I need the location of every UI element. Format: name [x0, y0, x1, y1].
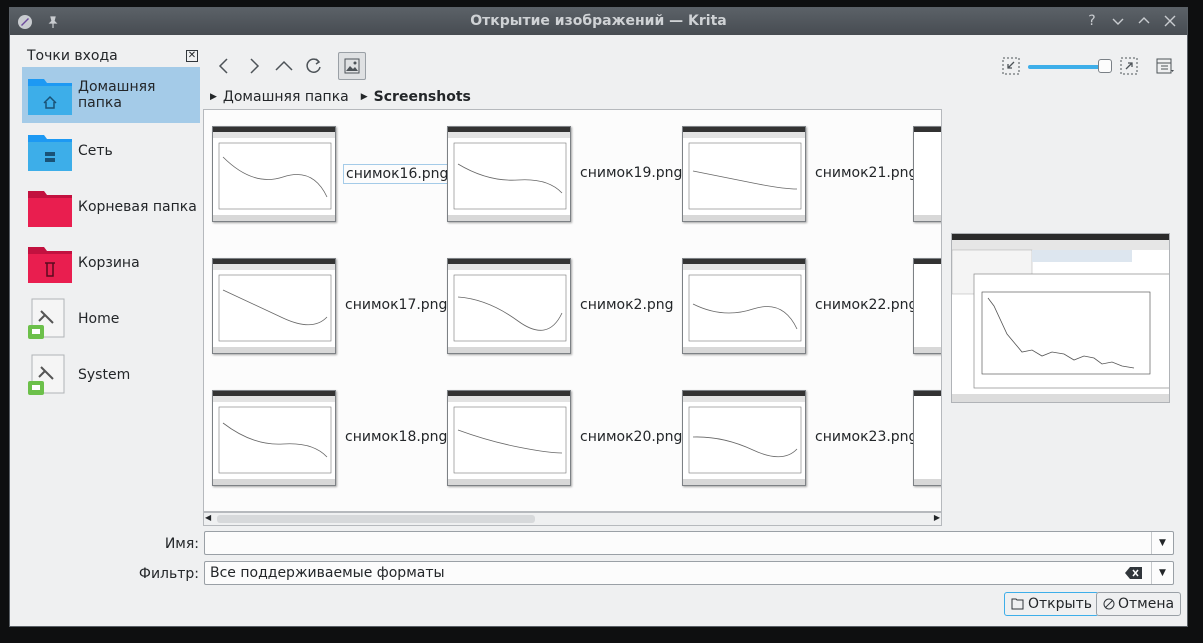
- file-thumbnail-partial[interactable]: [913, 390, 941, 486]
- image-preview: [951, 233, 1170, 403]
- minimize-icon[interactable]: [1109, 12, 1127, 30]
- file-thumbnail[interactable]: [682, 390, 806, 486]
- file-name[interactable]: снимок2.png: [578, 296, 676, 314]
- file-item[interactable]: снимок17.png: [208, 258, 447, 356]
- file-thumbnail[interactable]: [447, 126, 571, 222]
- open-button-label: Открыть: [1028, 596, 1092, 612]
- filter-value: Все поддерживаемые форматы: [210, 565, 445, 581]
- home-folder-icon: [27, 73, 73, 117]
- breadcrumb-current[interactable]: Screenshots: [374, 89, 471, 105]
- file-item[interactable]: снимок20.png: [443, 390, 682, 488]
- file-name[interactable]: снимок17.png: [343, 296, 449, 314]
- place-label: Сеть: [78, 143, 113, 159]
- window-title: Открытие изображений — Krita: [470, 13, 727, 29]
- place-label: Home: [78, 311, 120, 327]
- place-home-folder[interactable]: Домашняя папка: [22, 67, 200, 123]
- place-label: Домашняя папка: [78, 79, 156, 111]
- close-icon[interactable]: [1161, 12, 1179, 30]
- place-root-folder[interactable]: Корневая папка: [22, 179, 200, 235]
- forward-button[interactable]: [240, 52, 268, 80]
- file-item[interactable]: снимок2.png: [443, 258, 678, 356]
- places-panel: Точки входа ✕ Домашняя папка Сеть Корнев…: [22, 45, 200, 405]
- zoom-in-icon[interactable]: [1115, 52, 1143, 80]
- root-folder-icon: [27, 185, 73, 229]
- file-thumbnail-partial[interactable]: [913, 258, 941, 354]
- up-button[interactable]: [270, 52, 298, 80]
- name-field[interactable]: ▼: [204, 531, 1174, 555]
- trash-folder-icon: [27, 241, 73, 285]
- open-button[interactable]: Открыть: [1004, 592, 1099, 616]
- place-label: Корневая папка: [78, 199, 197, 215]
- place-system-drive[interactable]: System: [22, 347, 200, 403]
- drive-icon: [27, 353, 73, 397]
- file-thumbnail[interactable]: [682, 126, 806, 222]
- filter-combobox[interactable]: Все поддерживаемые форматы ▼: [204, 561, 1174, 585]
- file-item[interactable]: снимок19.png: [443, 126, 682, 224]
- file-name[interactable]: снимок21.png: [813, 164, 919, 182]
- file-thumbnail[interactable]: [212, 258, 336, 354]
- zoom-slider-track[interactable]: [1028, 65, 1108, 69]
- view-options-icon[interactable]: [1152, 52, 1180, 80]
- close-places-icon[interactable]: ✕: [186, 50, 198, 62]
- file-view[interactable]: снимок16.png снимок19.png снимок21.png сним…: [203, 109, 942, 512]
- file-item[interactable]: снимок18.png: [208, 390, 447, 488]
- breadcrumb: ▶ Домашняя папка ▶ Screenshots: [210, 88, 483, 106]
- file-thumbnail[interactable]: [212, 126, 336, 222]
- file-thumbnail[interactable]: [447, 258, 571, 354]
- file-name[interactable]: снимок19.png: [578, 164, 684, 182]
- file-item[interactable]: снимок21.png: [678, 126, 917, 224]
- place-label: System: [78, 367, 131, 383]
- navigation-toolbar: [210, 52, 1180, 82]
- preview-toggle-button[interactable]: [338, 52, 366, 80]
- file-name[interactable]: снимок22.png: [813, 296, 919, 314]
- scroll-right-icon[interactable]: ▶: [934, 513, 940, 522]
- scroll-left-icon[interactable]: ◀: [205, 513, 211, 522]
- cancel-button[interactable]: Отмена: [1096, 592, 1182, 616]
- name-label: Имя:: [164, 536, 199, 552]
- breadcrumb-arrow-icon[interactable]: ▶: [210, 92, 217, 102]
- file-name[interactable]: снимок23.png: [813, 428, 919, 446]
- place-home-drive[interactable]: Home: [22, 291, 200, 347]
- reload-button[interactable]: [300, 52, 328, 80]
- help-icon[interactable]: ?: [1083, 12, 1101, 30]
- titlebar[interactable]: Открытие изображений — Krita ?: [10, 8, 1187, 35]
- cancel-button-label: Отмена: [1118, 596, 1175, 612]
- places-header: Точки входа: [27, 48, 118, 64]
- place-label: Корзина: [78, 255, 140, 271]
- file-thumbnail[interactable]: [447, 390, 571, 486]
- breadcrumb-arrow-icon[interactable]: ▶: [361, 92, 368, 102]
- file-name[interactable]: снимок16.png: [343, 164, 452, 184]
- file-name[interactable]: снимок20.png: [578, 428, 684, 446]
- file-item[interactable]: снимок16.png: [208, 126, 452, 224]
- back-button[interactable]: [210, 52, 238, 80]
- filter-label: Фильтр:: [138, 566, 199, 582]
- filter-dropdown-icon[interactable]: ▼: [1151, 562, 1173, 584]
- zoom-slider-handle[interactable]: [1098, 59, 1112, 73]
- cancel-icon: [1103, 598, 1115, 610]
- zoom-out-icon[interactable]: [997, 52, 1025, 80]
- breadcrumb-home[interactable]: Домашняя папка: [223, 89, 349, 105]
- place-network[interactable]: Сеть: [22, 123, 200, 179]
- file-item[interactable]: снимок23.png: [678, 390, 917, 488]
- file-open-dialog: Открытие изображений — Krita ? Точки вхо…: [9, 7, 1188, 627]
- name-dropdown-icon[interactable]: ▼: [1151, 532, 1173, 554]
- drive-icon: [27, 297, 73, 341]
- file-item[interactable]: снимок22.png: [678, 258, 917, 356]
- file-thumbnail-partial[interactable]: [913, 126, 941, 222]
- network-folder-icon: [27, 129, 73, 173]
- folder-open-icon: [1011, 598, 1024, 610]
- file-thumbnail[interactable]: [682, 258, 806, 354]
- clear-text-icon[interactable]: [1125, 566, 1143, 580]
- horizontal-scrollbar[interactable]: ◀ ▶: [203, 512, 942, 526]
- file-name[interactable]: снимок18.png: [343, 428, 449, 446]
- scrollbar-thumb[interactable]: [217, 515, 535, 523]
- maximize-icon[interactable]: [1135, 12, 1153, 30]
- place-trash[interactable]: Корзина: [22, 235, 200, 291]
- file-thumbnail[interactable]: [212, 390, 336, 486]
